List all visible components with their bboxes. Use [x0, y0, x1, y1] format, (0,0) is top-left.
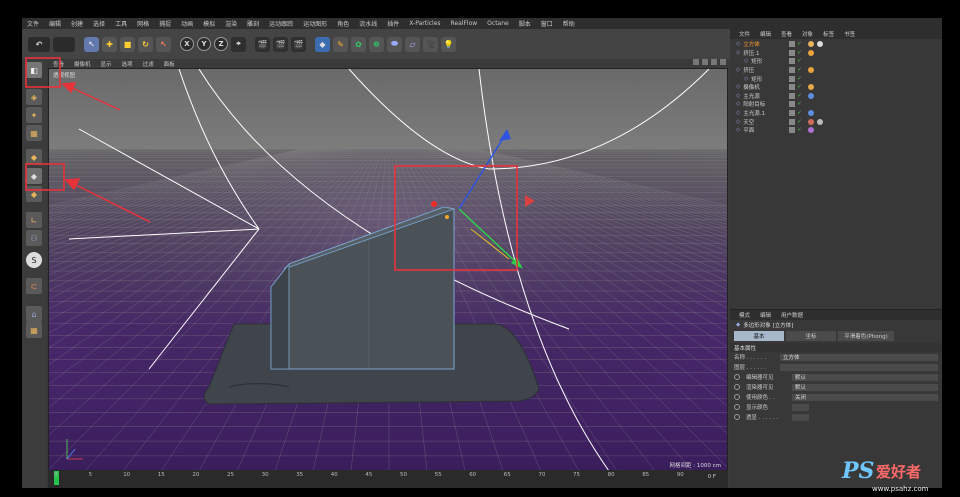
annotation-overlay — [25, 57, 151, 223]
watermark-brand: PS — [842, 458, 875, 484]
watermark-text: 爱好者 — [876, 463, 922, 481]
highlight-box-make-editable — [25, 57, 61, 88]
watermark: PS 爱好者 www.psahz.com — [842, 458, 960, 497]
highlight-box-polygon-mode — [25, 163, 65, 191]
watermark-site: www.psahz.com — [872, 485, 929, 493]
annotation-arrows — [61, 82, 151, 223]
